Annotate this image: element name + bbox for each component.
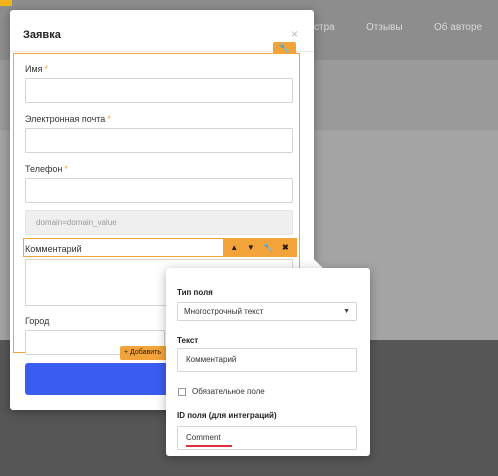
required-mark: * — [107, 114, 111, 124]
city-label: Город — [25, 316, 50, 326]
required-mark: * — [44, 64, 49, 74]
nav-item[interactable]: стра — [314, 22, 335, 33]
field-id-label: ID поля (для интеграций) — [177, 411, 277, 420]
modal-title: Заявка — [23, 29, 61, 41]
comment-label: Комментарий — [25, 244, 82, 254]
move-down-icon[interactable]: ▼ — [247, 243, 255, 252]
field-type-select[interactable]: Многострочный текст ▼ — [177, 302, 357, 321]
spellcheck-underline — [186, 445, 232, 447]
field-toolbar: ▲ ▼ 🔧 ✖ — [223, 238, 296, 257]
field-type-label: Тип поля — [177, 288, 213, 297]
wrench-icon[interactable]: 🔧 — [263, 243, 273, 252]
divider — [10, 51, 314, 52]
remove-icon[interactable]: ✖ — [282, 243, 289, 252]
phone-field[interactable] — [25, 178, 293, 203]
hidden-domain-field[interactable]: domain=domain_value — [25, 210, 293, 235]
name-label: Имя * — [25, 64, 49, 74]
email-field[interactable] — [25, 128, 293, 153]
name-field[interactable] — [25, 78, 293, 103]
form-settings-wrench-icon[interactable]: 🔧 — [273, 42, 296, 54]
nav-item-about[interactable]: Об авторе — [434, 22, 482, 33]
required-checkbox-label: Обязательное поле — [192, 387, 265, 396]
field-type-value: Многострочный текст — [184, 307, 264, 316]
move-up-icon[interactable]: ▲ — [230, 243, 238, 252]
close-icon[interactable]: × — [291, 27, 298, 41]
text-input[interactable]: Комментарий — [177, 348, 357, 372]
text-label: Текст — [177, 336, 199, 345]
background-logo-tag — [0, 0, 12, 6]
phone-label: Телефон * — [25, 164, 68, 174]
email-label: Электронная почта * — [25, 114, 111, 124]
chevron-down-icon: ▼ — [343, 308, 350, 315]
required-mark: * — [64, 164, 68, 174]
required-checkbox[interactable] — [178, 388, 186, 396]
nav-item-reviews[interactable]: Отзывы — [366, 22, 403, 33]
